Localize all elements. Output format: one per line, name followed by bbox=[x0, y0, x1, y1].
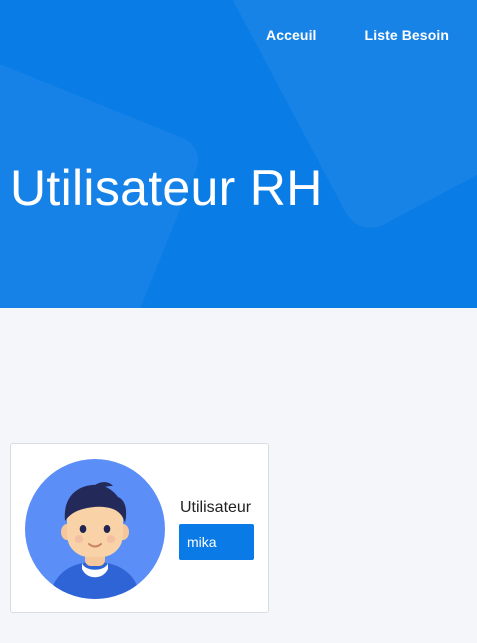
username-value: mika bbox=[179, 524, 254, 560]
nav-link-liste-besoin[interactable]: Liste Besoin bbox=[365, 27, 449, 43]
hero-banner: Acceuil Liste Besoin Utilisateur RH bbox=[0, 0, 477, 308]
nav-link-acceuil[interactable]: Acceuil bbox=[266, 27, 317, 43]
user-field-label: Utilisateur bbox=[180, 499, 252, 516]
user-profile-card: Utilisateur mika bbox=[10, 443, 269, 613]
user-avatar-icon bbox=[25, 459, 165, 599]
page-title: Utilisateur RH bbox=[10, 160, 323, 216]
top-nav: Acceuil Liste Besoin bbox=[266, 27, 449, 43]
